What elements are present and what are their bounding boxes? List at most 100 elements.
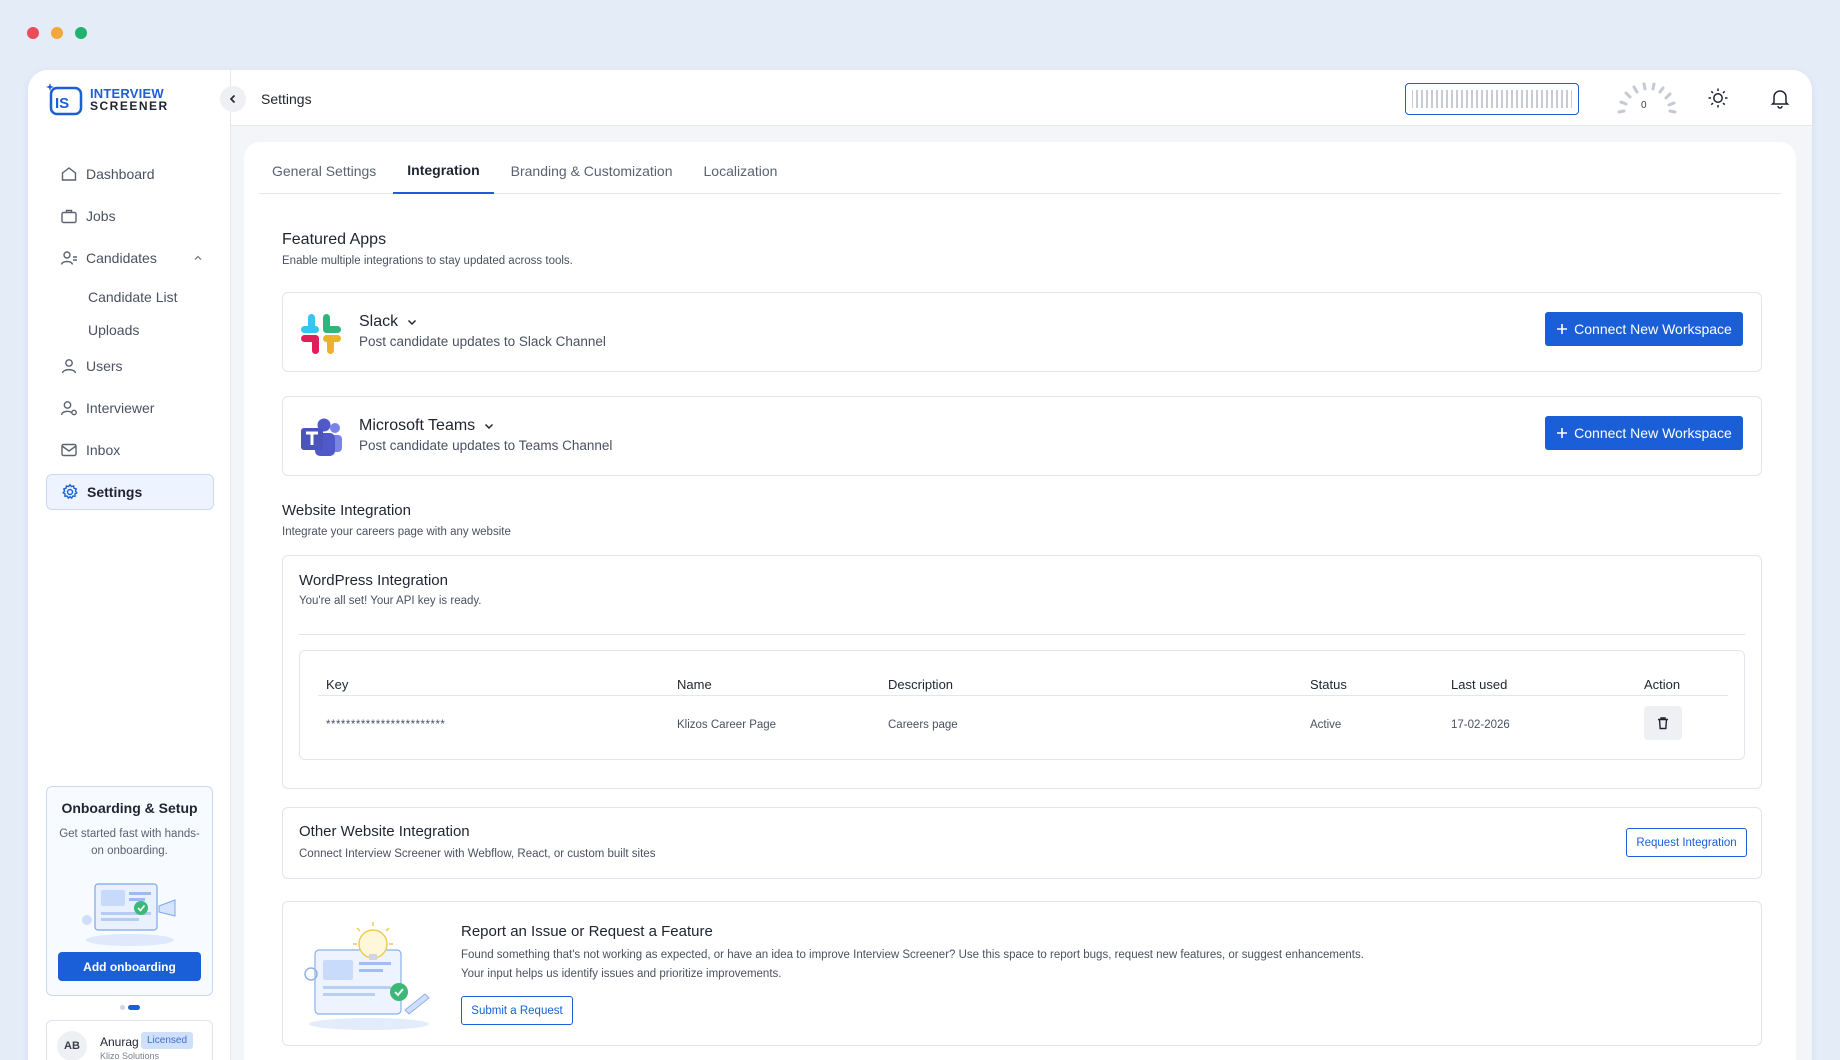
sun-icon[interactable] [1707,87,1729,109]
topbar: Settings 0 [220,70,1812,126]
report-illustration [304,922,430,1030]
column-header: Key [326,677,349,692]
sidebar-item-candidates[interactable]: Candidates [46,240,214,276]
inbox-icon [61,443,77,457]
settings-panel: General Settings Integration Branding & … [244,142,1796,1060]
sidebar-subitem-candidate-list[interactable]: Candidate List [46,282,214,312]
name-cell: Klizos Career Page [677,719,777,731]
user-company: Klizo Solutions [100,1051,160,1060]
featured-apps-subtitle: Enable multiple integrations to stay upd… [282,255,573,267]
onboarding-title: Onboarding & Setup [61,800,198,816]
onboarding-subtitle: Get started fast with hands-on onboardin… [59,828,200,857]
column-header: Status [1310,677,1347,692]
tab-integration[interactable]: Integration [393,142,494,194]
onboarding-pager[interactable] [120,1005,140,1010]
maximize-dot[interactable] [75,27,87,39]
tab-localization[interactable]: Localization [690,142,792,194]
submit-request-button[interactable]: Submit a Request [461,996,573,1025]
sidebar-item-label: Settings [87,484,143,500]
featured-apps-title: Featured Apps [282,231,387,248]
candidates-icon [60,251,77,265]
divider [299,634,1745,635]
trash-icon [1658,717,1668,730]
user-icon [61,359,77,374]
sidebar-item-jobs[interactable]: Jobs [46,198,214,234]
connect-slack-workspace-button[interactable]: Connect New Workspace [1545,312,1743,346]
other-integration-card: Other Website Integration Connect Interv… [282,807,1762,879]
close-dot[interactable] [27,27,39,39]
plus-icon [1557,428,1568,438]
app-name[interactable]: Slack [359,313,418,331]
logo-mark-icon: IS [46,82,86,118]
slack-icon [301,314,341,354]
user-card[interactable]: AB Anurag Licensed Klizo Solutions [46,1020,213,1060]
gear-icon [62,483,78,500]
chevron-up-icon[interactable] [192,252,204,264]
other-integration-subtitle: Connect Interview Screener with Webflow,… [299,848,656,860]
tab-branding[interactable]: Branding & Customization [497,142,687,194]
interviewer-icon [60,401,77,416]
pager-dot-active[interactable] [128,1005,140,1010]
logo[interactable]: IS INTERVIEW SCREENER [46,82,169,118]
description-cell: Careers page [888,719,958,731]
status-cell: Active [1310,719,1342,731]
app-description: Post candidate updates to Teams Channel [359,438,613,453]
other-integration-title: Other Website Integration [299,823,470,840]
home-icon [61,167,77,181]
chevron-down-icon[interactable] [406,316,418,328]
onboarding-illustration [75,870,185,948]
tab-general-settings[interactable]: General Settings [258,142,390,194]
barcode-widget[interactable] [1405,83,1579,115]
logo-line2: SCREENER [90,99,169,113]
chevron-left-icon [229,94,236,104]
table-divider [318,695,1728,696]
sidebar-item-label: Inbox [86,442,121,458]
delete-key-button[interactable] [1644,706,1682,740]
add-onboarding-button[interactable]: Add onboarding [58,952,201,981]
report-description: Found something that's not working as ex… [461,949,1364,980]
column-header: Description [888,677,954,692]
minimize-dot[interactable] [51,27,63,39]
briefcase-icon [61,209,77,224]
api-key-cell: ************************ [326,719,446,731]
bell-icon[interactable] [1769,87,1791,109]
sidebar-item-label: Jobs [86,208,116,224]
onboarding-card: Onboarding & Setup Get started fast with… [46,786,213,996]
column-header: Action [1644,677,1681,692]
gauge-value: 0 [1641,100,1647,111]
gauge-icon[interactable] [1614,78,1680,118]
sidebar-item-dashboard[interactable]: Dashboard [46,156,214,192]
report-title: Report an Issue or Request a Feature [461,923,713,940]
teams-icon [301,418,342,456]
slack-card: Slack Post candidate updates to Slack Ch… [282,292,1762,372]
last-used-cell: 17-02-2026 [1451,719,1510,731]
request-integration-button[interactable]: Request Integration [1626,828,1747,857]
collapse-sidebar-button[interactable] [220,86,246,112]
column-header: Last used [1451,677,1508,692]
sidebar-item-label: Dashboard [86,166,155,182]
sidebar-item-interviewer[interactable]: Interviewer [46,390,214,426]
connect-teams-workspace-button[interactable]: Connect New Workspace [1545,416,1743,450]
avatar: AB [57,1031,87,1060]
wordpress-subtitle: You're all set! Your API key is ready. [299,595,482,607]
sidebar-item-settings[interactable]: Settings [46,474,214,510]
sidebar-item-users[interactable]: Users [46,348,214,384]
wordpress-title: WordPress Integration [299,572,448,589]
pager-dot[interactable] [120,1005,125,1010]
app-description: Post candidate updates to Slack Channel [359,334,606,349]
window-controls [27,27,87,39]
sidebar-item-inbox[interactable]: Inbox [46,432,214,468]
app-window: IS INTERVIEW SCREENER Dashboard Jobs Can… [28,70,1812,1060]
teams-card: Microsoft Teams Post candidate updates t… [282,396,1762,476]
chevron-down-icon[interactable] [483,420,495,432]
report-issue-card: Report an Issue or Request a Feature Fou… [282,901,1762,1046]
user-name: Anurag [100,1035,139,1049]
sidebar-nav: Dashboard Jobs Candidates Candidate List… [46,156,214,516]
sidebar-subitem-uploads[interactable]: Uploads [46,315,214,345]
svg-text:IS: IS [55,95,69,112]
sidebar-item-label: Candidates [86,250,157,266]
settings-tabs: General Settings Integration Branding & … [258,142,1782,194]
app-name[interactable]: Microsoft Teams [359,417,495,435]
page-title: Settings [261,91,312,107]
wordpress-card: WordPress Integration You're all set! Yo… [282,555,1762,789]
